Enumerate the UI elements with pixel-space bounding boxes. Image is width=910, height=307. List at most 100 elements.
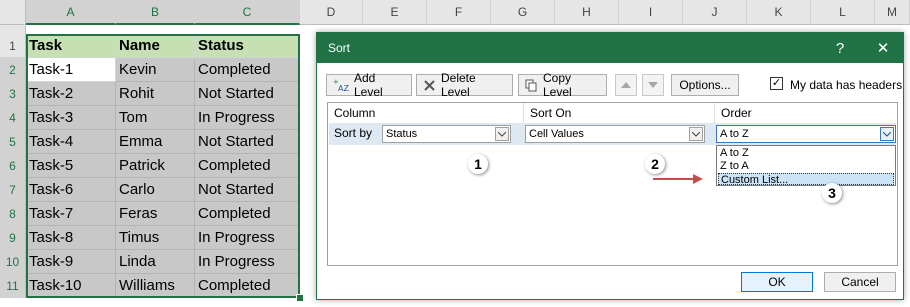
cell-a2[interactable]: Task-1 bbox=[26, 58, 116, 82]
chevron-down-icon[interactable] bbox=[495, 127, 509, 141]
cell-b1[interactable]: Name bbox=[116, 34, 195, 58]
move-down-button[interactable] bbox=[642, 74, 664, 96]
cell-a10[interactable]: Task-9 bbox=[26, 250, 116, 274]
cancel-button[interactable]: Cancel bbox=[824, 272, 896, 292]
sort-column-select[interactable]: Status bbox=[382, 125, 511, 143]
cell-a3[interactable]: Task-2 bbox=[26, 82, 116, 106]
column-header-m[interactable]: M bbox=[875, 0, 910, 25]
row-header-1[interactable]: 1 bbox=[0, 34, 26, 58]
cell-c11[interactable]: Completed bbox=[195, 274, 300, 298]
cell-a6[interactable]: Task-5 bbox=[26, 154, 116, 178]
cell-b2[interactable]: Kevin bbox=[116, 58, 195, 82]
column-header-h[interactable]: H bbox=[555, 0, 619, 25]
row-header-5[interactable]: 5 bbox=[0, 130, 26, 154]
column-heading: Column bbox=[328, 103, 524, 123]
dialog-titlebar[interactable]: Sort ? ✕ bbox=[317, 33, 903, 63]
add-level-label: Add Level bbox=[354, 71, 383, 99]
order-dropdown-list: A to Z Z to A Custom List... bbox=[716, 145, 896, 186]
cell-c9[interactable]: In Progress bbox=[195, 226, 300, 250]
cell-c5[interactable]: Not Started bbox=[195, 130, 300, 154]
my-data-has-headers-checkbox[interactable]: ✓ bbox=[770, 77, 783, 90]
cell-b10[interactable]: Linda bbox=[116, 250, 195, 274]
cell-a8[interactable]: Task-7 bbox=[26, 202, 116, 226]
column-header-a[interactable]: A bbox=[26, 0, 116, 25]
cell-b5[interactable]: Emma bbox=[116, 130, 195, 154]
cell-c10[interactable]: In Progress bbox=[195, 250, 300, 274]
my-data-has-headers-label[interactable]: My data has headers bbox=[790, 78, 902, 92]
sort-column-value: Status bbox=[386, 128, 418, 140]
cell-b11[interactable]: Williams bbox=[116, 274, 195, 298]
svg-text:AZ: AZ bbox=[338, 84, 349, 92]
cell-a11[interactable]: Task-10 bbox=[26, 274, 116, 298]
cell-b6[interactable]: Patrick bbox=[116, 154, 195, 178]
move-up-button[interactable] bbox=[615, 74, 637, 96]
options-label: Options... bbox=[679, 78, 731, 92]
row-header-9[interactable]: 9 bbox=[0, 226, 26, 250]
cell-a1[interactable]: Task bbox=[26, 34, 116, 58]
cell-a4[interactable]: Task-3 bbox=[26, 106, 116, 130]
cell-c2[interactable]: Completed bbox=[195, 58, 300, 82]
cell-b8[interactable]: Feras bbox=[116, 202, 195, 226]
cell-a9[interactable]: Task-8 bbox=[26, 226, 116, 250]
delete-x-icon bbox=[423, 79, 436, 92]
cell-c7[interactable]: Not Started bbox=[195, 178, 300, 202]
row-header-6[interactable]: 6 bbox=[0, 154, 26, 178]
order-option-custom-list[interactable]: Custom List... bbox=[718, 173, 894, 186]
cell-c1[interactable]: Status bbox=[195, 34, 300, 58]
cell-b7[interactable]: Carlo bbox=[116, 178, 195, 202]
cell-a7[interactable]: Task-6 bbox=[26, 178, 116, 202]
chevron-down-icon[interactable] bbox=[880, 127, 894, 141]
add-level-button[interactable]: + AZ Add Level bbox=[326, 71, 412, 99]
row-header-7[interactable]: 7 bbox=[0, 178, 26, 202]
options-button[interactable]: Options... bbox=[671, 74, 739, 96]
column-header-g[interactable]: G bbox=[491, 0, 555, 25]
row-header-2[interactable]: 2 bbox=[0, 58, 26, 82]
order-option-a-to-z[interactable]: A to Z bbox=[718, 147, 894, 159]
column-header-c[interactable]: C bbox=[195, 0, 300, 25]
triangle-up-icon bbox=[621, 82, 631, 88]
column-header-e[interactable]: E bbox=[363, 0, 427, 25]
column-header-l[interactable]: L bbox=[811, 0, 875, 25]
cell-c4[interactable]: In Progress bbox=[195, 106, 300, 130]
delete-level-label: Delete Level bbox=[441, 71, 476, 99]
column-header-f[interactable]: F bbox=[427, 0, 491, 25]
row-header-10[interactable]: 10 bbox=[0, 250, 26, 274]
row-header-8[interactable]: 8 bbox=[0, 202, 26, 226]
copy-level-button[interactable]: Copy Level bbox=[518, 71, 607, 99]
fill-handle[interactable] bbox=[296, 294, 304, 302]
chevron-down-icon[interactable] bbox=[689, 127, 703, 141]
cell-b4[interactable]: Tom bbox=[116, 106, 195, 130]
order-option-z-to-a[interactable]: Z to A bbox=[718, 160, 894, 172]
order-heading: Order bbox=[721, 106, 752, 120]
cell-c3[interactable]: Not Started bbox=[195, 82, 300, 106]
sort-dialog: Sort ? ✕ + AZ Add Level Delete Level Copy… bbox=[316, 32, 904, 300]
order-select[interactable]: A to Z bbox=[716, 125, 896, 143]
select-all-corner[interactable] bbox=[0, 0, 26, 25]
sort-on-select[interactable]: Cell Values bbox=[525, 125, 705, 143]
row-header-11[interactable]: 11 bbox=[0, 274, 26, 298]
sort-on-value: Cell Values bbox=[529, 128, 584, 140]
cell-b9[interactable]: Timus bbox=[116, 226, 195, 250]
row-header-4[interactable]: 4 bbox=[0, 106, 26, 130]
cell-c8[interactable]: Completed bbox=[195, 202, 300, 226]
help-button[interactable]: ? bbox=[827, 37, 853, 59]
delete-level-button[interactable]: Delete Level bbox=[416, 71, 513, 99]
sort-on-heading: Sort On bbox=[524, 103, 715, 123]
column-header-i[interactable]: I bbox=[619, 0, 683, 25]
order-value: A to Z bbox=[720, 128, 749, 140]
column-header-d[interactable]: D bbox=[300, 0, 363, 25]
row-header-gap bbox=[0, 25, 26, 34]
row-header-3[interactable]: 3 bbox=[0, 82, 26, 106]
ok-button[interactable]: OK bbox=[741, 272, 813, 292]
column-header-b[interactable]: B bbox=[116, 0, 195, 25]
sort-levels-list: Column Sort On Order Sort by Status Cell… bbox=[327, 102, 898, 266]
cell-a5[interactable]: Task-4 bbox=[26, 130, 116, 154]
sort-level-row[interactable]: Sort by Status Cell Values A to Z bbox=[329, 123, 896, 145]
triangle-down-icon bbox=[648, 82, 658, 88]
cell-c6[interactable]: Completed bbox=[195, 154, 300, 178]
step-badge-3: 3 bbox=[822, 183, 842, 203]
close-button[interactable]: ✕ bbox=[870, 37, 896, 59]
cell-b3[interactable]: Rohit bbox=[116, 82, 195, 106]
column-header-k[interactable]: K bbox=[747, 0, 811, 25]
column-header-j[interactable]: J bbox=[683, 0, 747, 25]
